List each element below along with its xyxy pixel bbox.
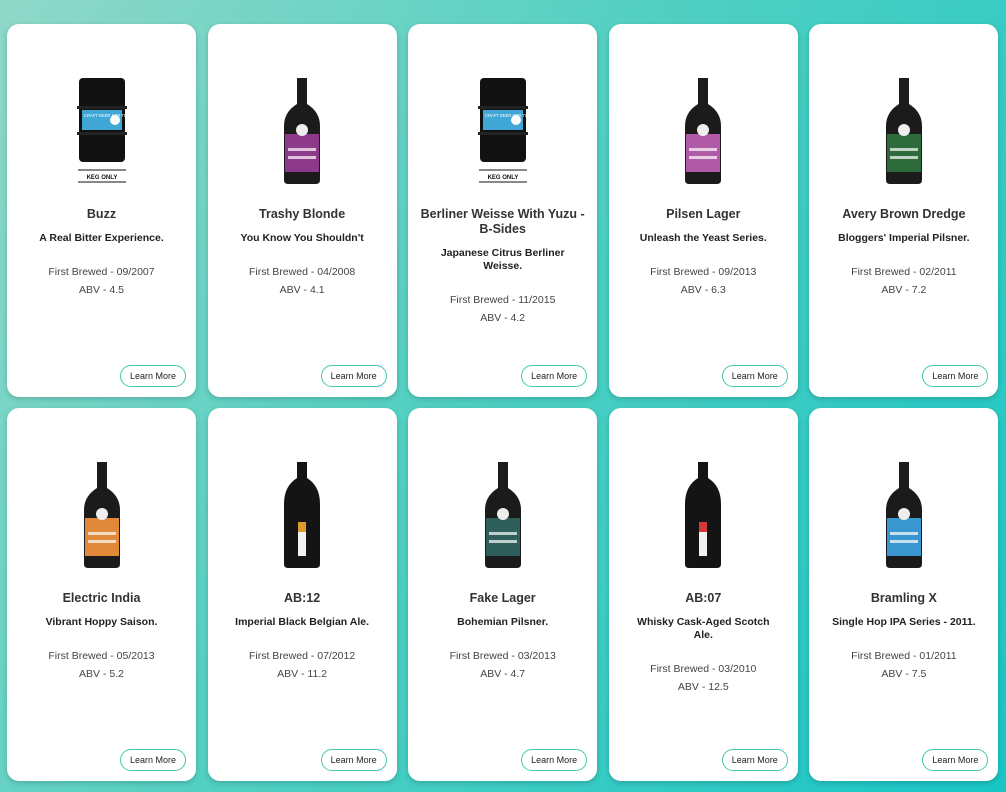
- keg-label-text: CRAFT BEER FOR THE PEOPLE: [485, 113, 533, 118]
- bottle-image: [885, 462, 922, 568]
- learn-more-button[interactable]: Learn More: [119, 749, 186, 771]
- beer-card: Electric India Vibrant Hoppy Saison. Fir…: [7, 408, 196, 781]
- first-brewed: First Brewed - 07/2012: [248, 650, 356, 662]
- beer-card: CRAFT BEER FOR THE PEOPLE KEG ONLY Buzz A…: [7, 24, 196, 397]
- first-brewed: First Brewed - 03/2010: [650, 663, 757, 675]
- beer-card: Avery Brown Dredge Bloggers' Imperial Pi…: [809, 24, 999, 397]
- bottle-image: [484, 462, 521, 568]
- keg-only-text: KEG ONLY: [487, 175, 518, 181]
- learn-more-button[interactable]: Learn More: [721, 365, 788, 387]
- beer-image: [809, 460, 998, 570]
- first-brewed: First Brewed - 03/2013: [449, 650, 556, 662]
- first-brewed: First Brewed - 09/2013: [650, 266, 757, 278]
- beer-image: CRAFT BEER FOR THE PEOPLE KEG ONLY: [408, 76, 597, 186]
- learn-more-button[interactable]: Learn More: [320, 365, 387, 387]
- abv: ABV - 7.2: [881, 284, 927, 296]
- abv: ABV - 11.2: [277, 668, 328, 680]
- beer-name: Buzz: [86, 207, 117, 221]
- first-brewed: First Brewed - 11/2015: [449, 294, 556, 306]
- beer-tagline: Bohemian Pilsner.: [457, 616, 549, 628]
- beer-name: AB:12: [284, 591, 321, 605]
- beer-name: Berliner Weisse With Yuzu - B-Sides: [420, 207, 585, 236]
- bottle-image: [685, 462, 722, 568]
- beer-card: AB:07 Whisky Cask-Aged Scotch Ale. First…: [608, 408, 798, 781]
- beer-image: [609, 460, 798, 570]
- bottle-image: [685, 78, 722, 184]
- abv: ABV - 4.2: [480, 312, 526, 324]
- beer-tagline: Single Hop IPA Series - 2011.: [832, 616, 976, 628]
- beer-image: [408, 460, 597, 570]
- learn-more-button[interactable]: Learn More: [922, 749, 989, 771]
- beer-name: Avery Brown Dredge: [842, 207, 966, 221]
- abv: ABV - 4.5: [79, 284, 124, 296]
- abv: ABV - 5.2: [79, 668, 124, 680]
- learn-more-button[interactable]: Learn More: [922, 365, 989, 387]
- beer-image: [809, 76, 998, 186]
- beer-tagline: Japanese Citrus Berliner Weisse.: [440, 247, 565, 272]
- beer-name: Trashy Blonde: [259, 207, 346, 221]
- beer-image: [208, 76, 397, 186]
- learn-more-button[interactable]: Learn More: [521, 749, 588, 771]
- beer-image: CRAFT BEER FOR THE PEOPLE KEG ONLY: [7, 76, 196, 186]
- keg-only-text: KEG ONLY: [86, 175, 117, 181]
- first-brewed: First Brewed - 04/2008: [248, 266, 356, 278]
- abv: ABV - 12.5: [677, 681, 729, 693]
- first-brewed: First Brewed - 05/2013: [48, 650, 155, 662]
- beer-card: Bramling X Single Hop IPA Series - 2011.…: [809, 408, 999, 781]
- beer-name: Bramling X: [870, 591, 937, 605]
- beer-image: [609, 76, 798, 186]
- learn-more-button[interactable]: Learn More: [521, 365, 588, 387]
- beer-tagline: A Real Bitter Experience.: [39, 232, 164, 244]
- keg-image: CRAFT BEER FOR THE PEOPLE KEG ONLY: [76, 78, 132, 183]
- beer-image: [7, 460, 196, 570]
- beer-tagline: Bloggers' Imperial Pilsner.: [838, 232, 970, 244]
- beer-image: [208, 460, 397, 570]
- beer-tagline: You Know You Shouldn't: [240, 232, 364, 244]
- learn-more-button[interactable]: Learn More: [721, 749, 788, 771]
- bottle-image: [284, 78, 321, 184]
- beer-name: Electric India: [62, 591, 141, 605]
- abv: ABV - 4.1: [279, 284, 325, 296]
- beer-card: CRAFT BEER FOR THE PEOPLE KEG ONLY Berlin…: [408, 24, 598, 397]
- beer-tagline: Imperial Black Belgian Ale.: [235, 616, 370, 628]
- abv: ABV - 6.3: [680, 284, 726, 296]
- beer-name: Fake Lager: [469, 591, 536, 605]
- abv: ABV - 7.5: [881, 668, 927, 680]
- beer-grid: CRAFT BEER FOR THE PEOPLE KEG ONLY Buzz A…: [7, 24, 999, 781]
- beer-name: Pilsen Lager: [666, 207, 741, 221]
- beer-card: Pilsen Lager Unleash the Yeast Series. F…: [608, 24, 798, 397]
- bottle-image: [885, 78, 922, 184]
- beer-name: AB:07: [685, 591, 722, 605]
- first-brewed: First Brewed - 09/2007: [48, 266, 155, 278]
- first-brewed: First Brewed - 02/2011: [851, 266, 957, 278]
- beer-card: Fake Lager Bohemian Pilsner. First Brewe…: [408, 408, 598, 781]
- beer-tagline: Unleash the Yeast Series.: [639, 232, 767, 244]
- keg-image: CRAFT BEER FOR THE PEOPLE KEG ONLY: [477, 78, 533, 183]
- keg-label-text: CRAFT BEER FOR THE PEOPLE: [84, 113, 132, 118]
- beer-tagline: Vibrant Hoppy Saison.: [45, 616, 158, 628]
- beer-tagline: Whisky Cask-Aged Scotch Ale.: [637, 616, 770, 641]
- abv: ABV - 4.7: [480, 668, 526, 680]
- learn-more-button[interactable]: Learn More: [119, 365, 186, 387]
- bottle-image: [284, 462, 321, 568]
- learn-more-button[interactable]: Learn More: [320, 749, 387, 771]
- bottle-image: [83, 462, 120, 568]
- first-brewed: First Brewed - 01/2011: [851, 650, 957, 662]
- beer-card: Trashy Blonde You Know You Shouldn't Fir…: [207, 24, 397, 397]
- beer-card: AB:12 Imperial Black Belgian Ale. First …: [207, 408, 397, 781]
